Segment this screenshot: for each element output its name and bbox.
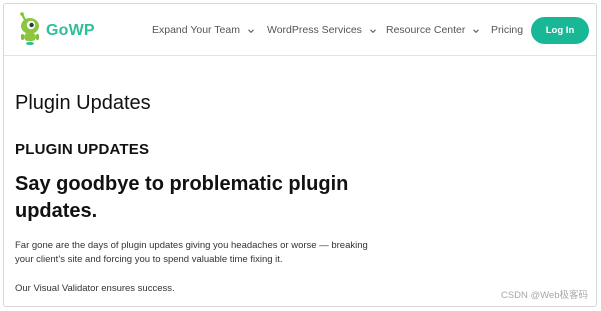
nav-label: WordPress Services <box>267 24 362 36</box>
chevron-down-icon <box>247 26 255 34</box>
intro-paragraph: Far gone are the days of plugin updates … <box>15 240 368 265</box>
logo-link[interactable]: GoWP <box>17 11 95 51</box>
nav-wordpress-services[interactable]: WordPress Services <box>267 4 377 56</box>
watermark: CSDN @Web极客码 <box>500 290 588 301</box>
chevron-down-icon <box>472 26 480 34</box>
logo-text: GoWP <box>46 22 95 39</box>
headline: Say goodbye to problematic plugin update… <box>15 173 349 222</box>
nav-label: Expand Your Team <box>152 24 240 36</box>
chevron-down-icon <box>369 26 377 34</box>
robot-mascot-icon <box>17 11 43 51</box>
site-header: GoWP Expand Your Team WordPress Services… <box>4 4 596 56</box>
nav-label: Pricing <box>491 24 524 36</box>
nav-pricing[interactable]: Pricing <box>491 4 523 56</box>
nav-resource-center[interactable]: Resource Center <box>386 4 480 56</box>
login-button[interactable]: Log In <box>531 17 589 44</box>
nav-expand-your-team[interactable]: Expand Your Team <box>152 4 255 56</box>
page-title: Plugin Updates <box>15 92 151 114</box>
nav-label: Resource Center <box>386 24 466 36</box>
browser-page: GoWP Expand Your Team WordPress Services… <box>3 3 597 307</box>
validator-paragraph: Our Visual Validator ensures success. <box>15 283 175 294</box>
section-heading: PLUGIN UPDATES <box>15 141 150 158</box>
